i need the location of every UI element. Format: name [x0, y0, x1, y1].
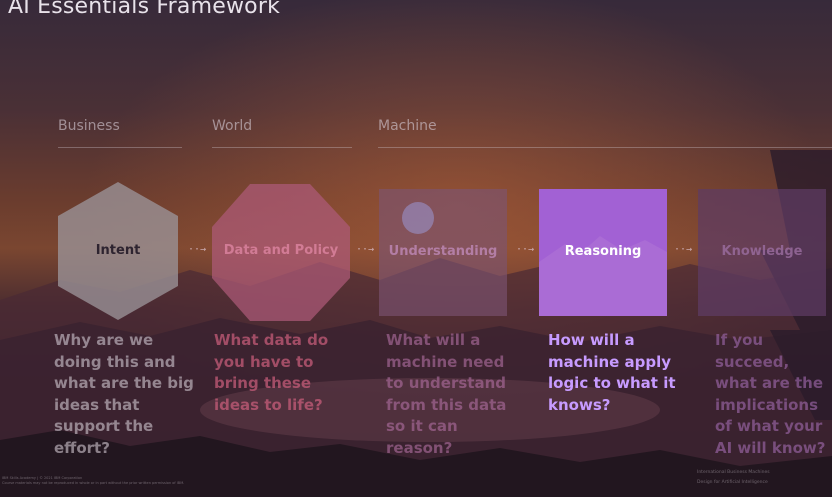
knowledge-label: Knowledge [721, 243, 803, 259]
intent-question: Why are we doing this and what are the b… [54, 331, 194, 457]
arrow-right-icon: ··→ [674, 244, 693, 255]
reasoning-label: Reasoning [564, 243, 642, 259]
footer-left: IBM Skills Academy | © 2021 IBM Corporat… [2, 476, 184, 486]
footer-right: International Business Machines Design f… [697, 468, 770, 488]
understanding-label: Understanding [388, 243, 498, 259]
intent-label: Intent [95, 242, 141, 258]
footer-permission-note: Course materials may not be reproduced i… [2, 481, 185, 485]
knowledge-question: If you succeed, what are the implication… [715, 331, 826, 457]
understanding-circle-mark [402, 202, 434, 234]
data-policy-label: Data and Policy [223, 242, 339, 258]
data-policy-question: What data do you have to bring these ide… [214, 331, 329, 414]
arrow-right-icon: ··→ [356, 244, 375, 255]
footer-course-name: Design for Artificial Intelligence [697, 480, 768, 485]
arrow-right-icon: ··→ [516, 244, 535, 255]
arrow-right-icon: ··→ [188, 244, 207, 255]
reasoning-question: How will a machine apply logic to what i… [548, 331, 676, 414]
understanding-question: What will a machine need to understand f… [386, 331, 507, 457]
footer-company: International Business Machines [697, 470, 770, 475]
